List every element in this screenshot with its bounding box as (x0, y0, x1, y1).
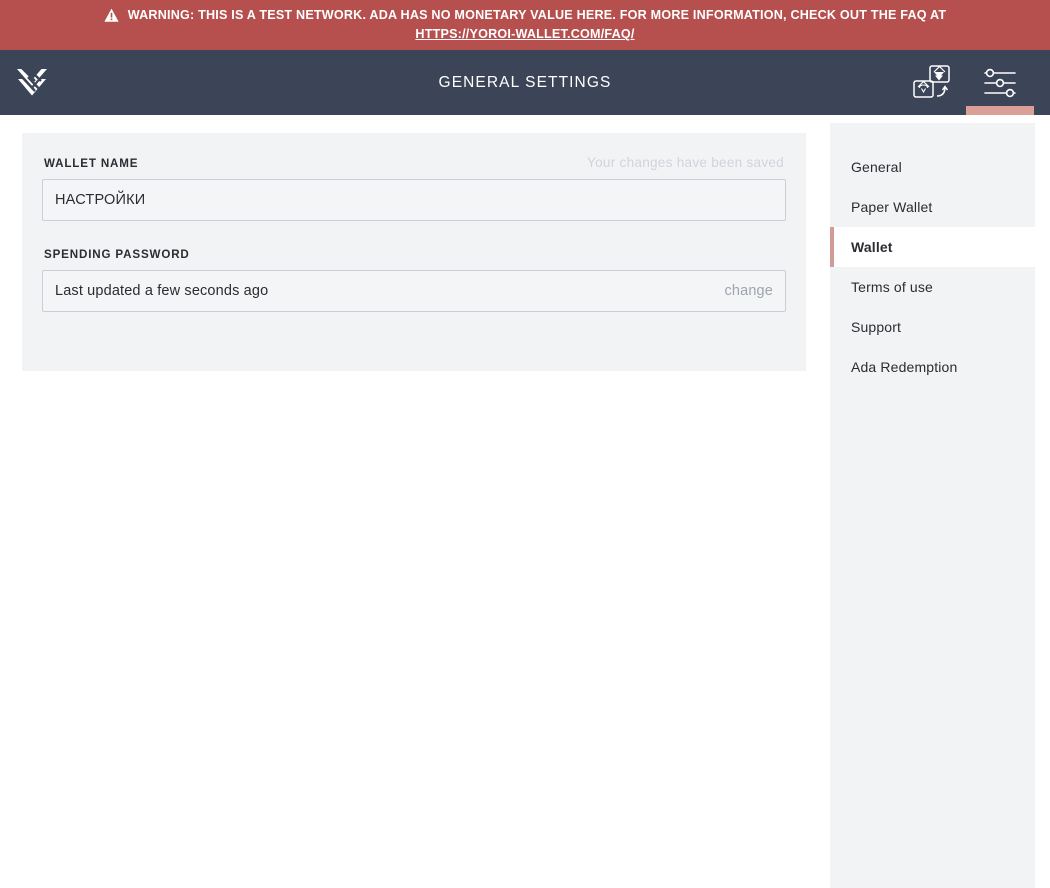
faq-link[interactable]: HTTPS://YOROI-WALLET.COM/FAQ/ (415, 27, 634, 41)
wallet-name-header: WALLET NAME Your changes have been saved (42, 155, 786, 170)
spending-password-label: SPENDING PASSWORD (44, 248, 190, 261)
sidebar-item-ada-redemption[interactable]: Ada Redemption (830, 347, 1035, 387)
wallet-settings-panel: WALLET NAME Your changes have been saved… (22, 133, 806, 371)
sidebar-item-terms-of-use[interactable]: Terms of use (830, 267, 1035, 307)
settings-page: WALLET NAME Your changes have been saved… (0, 115, 1050, 888)
sidebar-item-paper-wallet[interactable]: Paper Wallet (830, 187, 1035, 227)
sidebar-item-wallet[interactable]: Wallet (830, 227, 1035, 267)
topbar-actions (898, 50, 1050, 115)
spending-password-status: Last updated a few seconds ago (55, 283, 269, 299)
yoroi-logo-icon (17, 65, 47, 95)
spending-password-header: SPENDING PASSWORD (42, 248, 786, 261)
warning-triangle-icon (104, 8, 119, 22)
wallet-switch-button[interactable] (898, 50, 966, 115)
wallet-name-label: WALLET NAME (44, 157, 139, 170)
spending-password-block: SPENDING PASSWORD Last updated a few sec… (42, 248, 786, 312)
settings-button[interactable] (966, 50, 1034, 115)
changes-saved-message: Your changes have been saved (587, 155, 784, 170)
yoroi-logo-button[interactable] (0, 50, 64, 115)
sidebar-item-general[interactable]: General (830, 147, 1035, 187)
settings-sidebar-menu: General Paper Wallet Wallet Terms of use… (830, 123, 1035, 888)
change-password-link[interactable]: change (725, 283, 773, 299)
sidebar-item-support[interactable]: Support (830, 307, 1035, 347)
test-network-warning-banner: WARNING: THIS IS A TEST NETWORK. ADA HAS… (0, 0, 1050, 50)
warning-message: WARNING: THIS IS A TEST NETWORK. ADA HAS… (127, 7, 947, 22)
wallet-name-input[interactable]: НАСТРОЙКИ (42, 179, 786, 221)
settings-active-indicator (966, 106, 1034, 115)
page-title: GENERAL SETTINGS (438, 73, 612, 91)
wallet-switch-icon (913, 64, 950, 98)
warning-text-row: WARNING: THIS IS A TEST NETWORK. ADA HAS… (104, 8, 947, 24)
spending-password-row[interactable]: Last updated a few seconds ago change (42, 270, 786, 312)
top-navigation-bar: GENERAL SETTINGS (0, 50, 1050, 115)
settings-sliders-icon (984, 68, 1016, 97)
